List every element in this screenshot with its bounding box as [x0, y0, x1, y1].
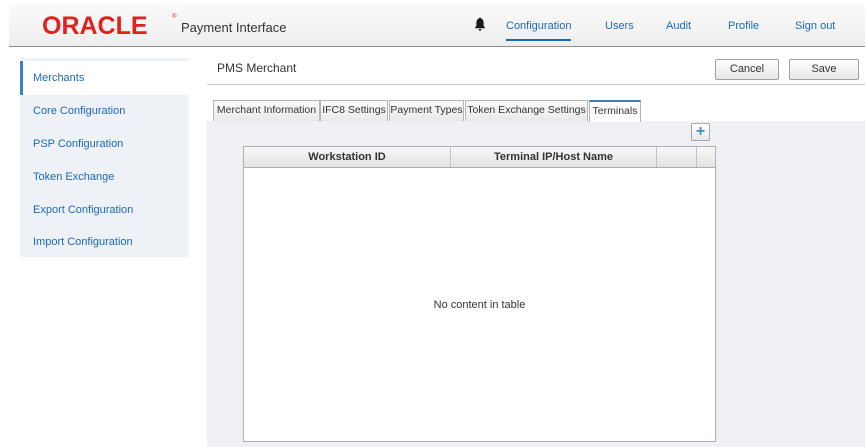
nav-audit[interactable]: Audit: [666, 20, 691, 33]
tab-ifc8-settings[interactable]: IFC8 Settings: [320, 100, 388, 121]
tab-terminals[interactable]: Terminals: [589, 100, 641, 122]
cancel-button[interactable]: Cancel: [715, 59, 779, 80]
save-button[interactable]: Save: [789, 59, 859, 80]
sidebar-item-psp-configuration[interactable]: PSP Configuration: [20, 128, 189, 160]
tab-token-exchange-settings[interactable]: Token Exchange Settings: [465, 100, 588, 121]
tab-payment-types[interactable]: Payment Types: [389, 100, 464, 121]
sidebar-item-export-configuration[interactable]: Export Configuration: [20, 194, 189, 226]
registered-mark: ®: [172, 14, 177, 20]
column-menu-button[interactable]: [697, 147, 715, 167]
nav-users[interactable]: Users: [605, 20, 634, 33]
plus-icon: +: [695, 123, 706, 140]
nav-configuration[interactable]: Configuration: [506, 20, 572, 41]
sidebar-item-core-configuration[interactable]: Core Configuration: [20, 95, 189, 127]
page-title: PMS Merchant: [217, 61, 297, 75]
nav-profile[interactable]: Profile: [728, 20, 759, 33]
app-header: ORACLE ® Payment Interface Configuration…: [9, 4, 865, 47]
column-header-terminal-ip[interactable]: Terminal IP/Host Name: [451, 147, 657, 167]
add-terminal-button[interactable]: +: [691, 123, 710, 141]
app-title: Payment Interface: [181, 20, 287, 35]
table-header: Workstation ID Terminal IP/Host Name: [244, 147, 715, 168]
sidebar-item-merchants[interactable]: Merchants: [20, 61, 189, 95]
empty-table-message: No content in table: [433, 299, 526, 311]
terminals-table[interactable]: Workstation ID Terminal IP/Host Name No …: [243, 146, 716, 442]
nav-sign-out[interactable]: Sign out: [795, 20, 835, 33]
column-header-empty: [657, 147, 697, 167]
tab-merchant-information[interactable]: Merchant Information: [213, 100, 320, 121]
sidebar: Merchants Core Configuration PSP Configu…: [20, 58, 189, 257]
sidebar-item-import-configuration[interactable]: Import Configuration: [20, 226, 189, 258]
oracle-logo: ORACLE: [42, 12, 148, 40]
column-header-workstation-id[interactable]: Workstation ID: [244, 147, 451, 167]
sidebar-item-token-exchange[interactable]: Token Exchange: [20, 161, 189, 193]
bell-icon[interactable]: [475, 17, 485, 31]
title-divider: [207, 84, 865, 85]
